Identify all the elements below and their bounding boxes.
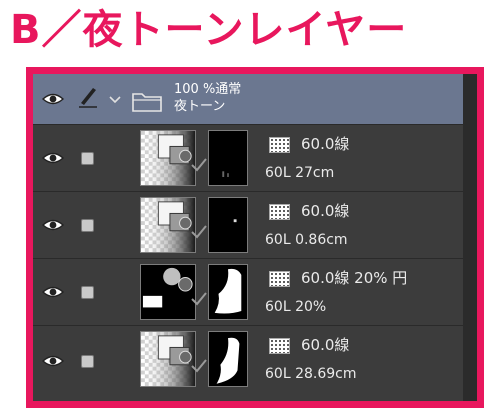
eye-icon[interactable] (42, 218, 64, 232)
scrollbar[interactable] (463, 74, 477, 401)
pen-icon[interactable] (77, 85, 99, 109)
tone-pattern-icon (269, 338, 290, 354)
folder-name: 夜トーン (174, 99, 226, 114)
tone-settings: 60.0線 (301, 202, 350, 220)
layer-thumbnail (140, 197, 196, 253)
tone-pattern-icon (269, 204, 290, 220)
layer-mask-thumbnail (208, 264, 248, 320)
folder-opacity-blend: 100 %通常 (174, 82, 242, 97)
layer-panel-frame: 100 %通常 夜トーン 60.0線 60L 27cm 60.0線 60L 0.… (26, 67, 484, 408)
layer-name: 60L 28.69cm (265, 366, 357, 382)
layer-mask-thumbnail (208, 130, 248, 186)
layer-thumbnail (140, 264, 196, 320)
layer-row[interactable]: 60.0線 60L 28.69cm (33, 325, 477, 401)
tone-pattern-icon (269, 271, 290, 287)
folder-label: 100 %通常 夜トーン (174, 81, 241, 115)
tone-settings: 60.0線 (301, 336, 350, 354)
layer-name: 60L 20% (265, 299, 327, 315)
eye-icon[interactable] (42, 354, 64, 368)
layer-mask-thumbnail (208, 197, 248, 253)
layer-thumbnail (140, 130, 196, 186)
checkbox-icon[interactable] (81, 286, 94, 299)
checkmark-icon (191, 292, 207, 306)
tone-pattern-icon (269, 137, 290, 153)
layer-mask-thumbnail (208, 331, 248, 387)
layer-row[interactable]: 60.0線 60L 0.86cm (33, 191, 477, 258)
layer-panel: 100 %通常 夜トーン 60.0線 60L 27cm 60.0線 60L 0.… (33, 74, 477, 401)
checkbox-icon[interactable] (81, 219, 94, 232)
layer-name: 60L 0.86cm (265, 232, 348, 248)
tone-settings: 60.0線 (301, 135, 350, 153)
eye-icon[interactable] (42, 285, 64, 299)
eye-icon[interactable] (42, 92, 64, 106)
checkbox-icon[interactable] (81, 152, 94, 165)
checkmark-icon (191, 359, 207, 373)
layer-name: 60L 27cm (265, 165, 335, 181)
layer-row[interactable]: 60.0線 20% 円 60L 20% (33, 258, 477, 325)
folder-icon (132, 93, 162, 112)
layer-folder-row[interactable]: 100 %通常 夜トーン (33, 74, 477, 124)
layer-row[interactable]: 60.0線 60L 27cm (33, 124, 477, 191)
layer-thumbnail (140, 331, 196, 387)
eye-icon[interactable] (42, 151, 64, 165)
checkmark-icon (191, 225, 207, 239)
checkmark-icon (191, 158, 207, 172)
chevron-down-icon[interactable] (109, 96, 121, 104)
tone-settings: 60.0線 20% 円 (301, 269, 408, 287)
page-title: B／夜トーンレイヤー (10, 7, 408, 53)
checkbox-icon[interactable] (81, 355, 94, 368)
